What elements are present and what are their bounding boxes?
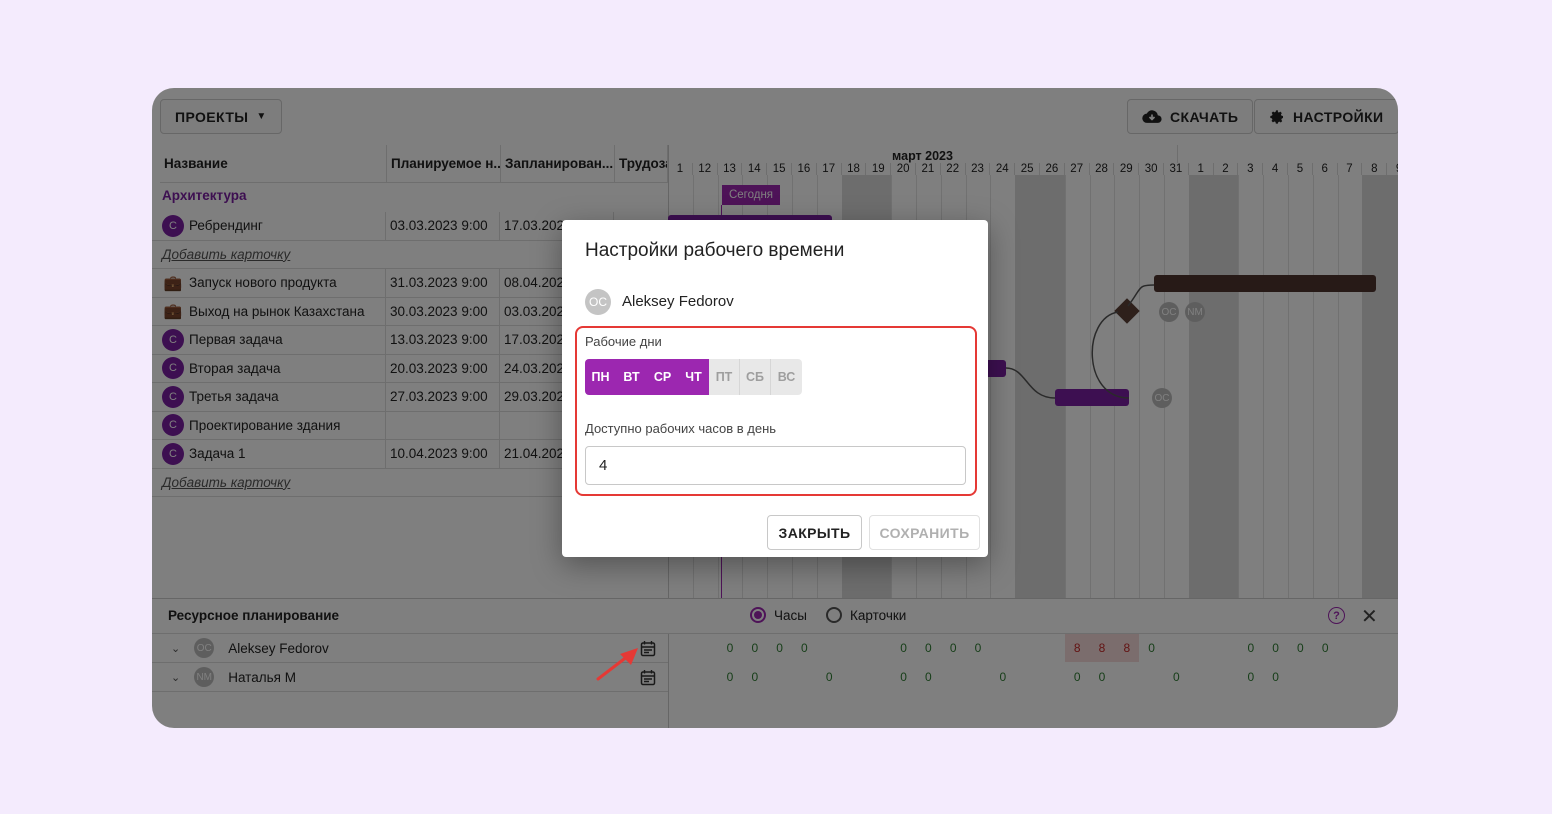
- day-tue[interactable]: ВТ: [616, 359, 647, 395]
- save-button[interactable]: СОХРАНИТЬ: [869, 515, 980, 550]
- day-thu[interactable]: ЧТ: [678, 359, 709, 395]
- work-time-settings-dialog: Настройки рабочего времени OC Aleksey Fe…: [562, 220, 988, 557]
- day-sun[interactable]: ВС: [771, 359, 802, 395]
- day-wed[interactable]: СР: [647, 359, 678, 395]
- hours-input[interactable]: 4: [585, 446, 966, 485]
- day-mon[interactable]: ПН: [585, 359, 616, 395]
- annotation-arrow-icon: [596, 648, 638, 681]
- day-fri[interactable]: ПТ: [709, 359, 740, 395]
- app-window: ПРОЕКТЫ ▼ СКАЧАТЬ НАСТРОЙКИ Название Пла…: [152, 88, 1398, 728]
- workdays-toggle-group: ПН ВТ СР ЧТ ПТ СБ ВС: [585, 359, 802, 395]
- dialog-title: Настройки рабочего времени: [585, 240, 845, 261]
- day-sat[interactable]: СБ: [740, 359, 771, 395]
- hours-label: Доступно рабочих часов в день: [585, 421, 777, 436]
- user-avatar: OC: [585, 289, 611, 315]
- user-name: Aleksey Fedorov: [622, 293, 734, 310]
- close-button[interactable]: ЗАКРЫТЬ: [767, 515, 862, 550]
- workdays-label: Рабочие дни: [585, 334, 662, 349]
